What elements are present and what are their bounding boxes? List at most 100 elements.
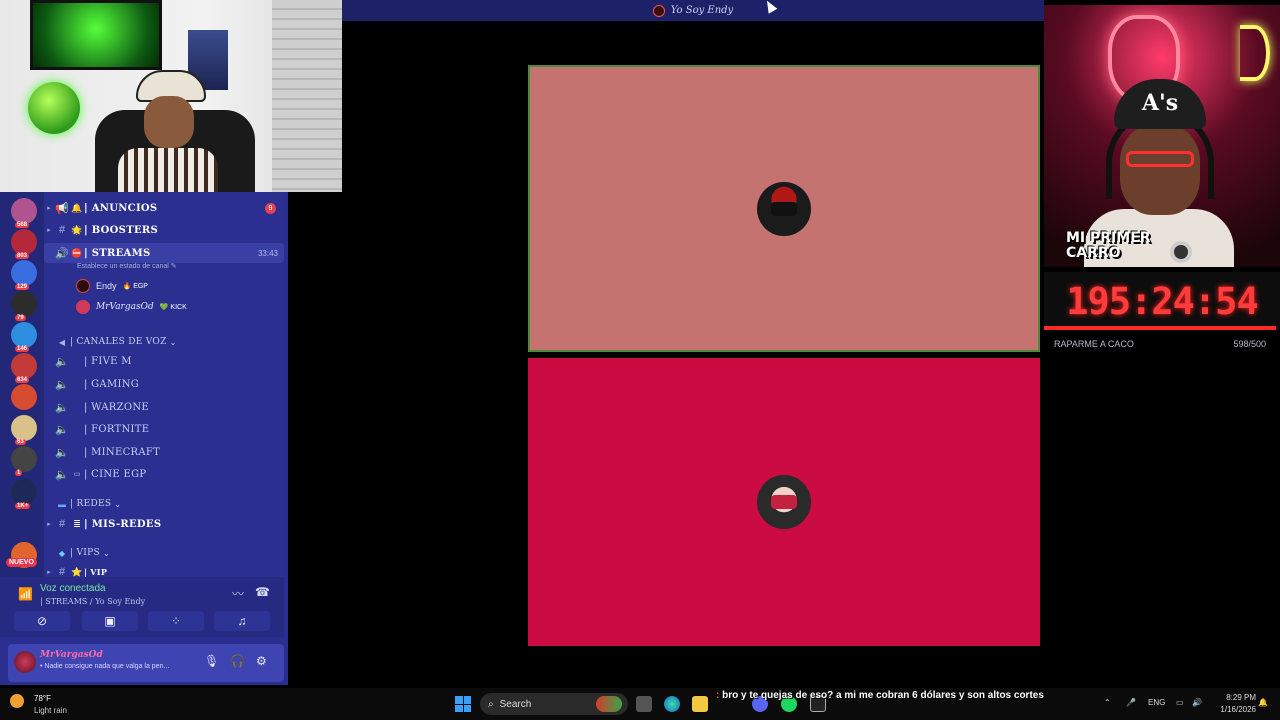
star-icon: ⭐	[71, 566, 83, 577]
chevron-right-icon: ▸	[47, 227, 51, 234]
camera-off-button[interactable]: ⊘	[14, 611, 70, 631]
window-blinds	[272, 0, 342, 192]
streamer-webcam-left	[0, 0, 342, 192]
channel-label: | WARZONE	[84, 401, 149, 413]
speaker-icon: ◀	[58, 337, 66, 347]
network-icon[interactable]: ▭	[1176, 698, 1184, 707]
banner-line-1: MI PRIMER	[1066, 230, 1151, 246]
edge-icon[interactable]	[664, 696, 680, 712]
avatar	[757, 475, 811, 529]
microphone-icon[interactable]: 🎤	[1126, 698, 1136, 707]
voice-channel-cine-egp[interactable]: 🔈 ▭ | CINE EGP	[44, 464, 284, 484]
server-icon[interactable]: 129	[11, 260, 37, 290]
channel-streams[interactable]: 🔊 ⛔ | STREAMS 33:43	[44, 243, 284, 263]
server-icon[interactable]: 1	[11, 446, 37, 476]
voice-user-endy[interactable]: Endy 🔥 EGP	[76, 277, 276, 295]
username[interactable]: MrVargasOd	[40, 650, 103, 660]
language-indicator[interactable]: ENG	[1148, 698, 1165, 707]
screen-share-icon: ▣	[104, 614, 116, 628]
channel-list: ▸ 📢 🔔 | ANUNCIOS 9 ▸ # 🌟 | BOOSTERS 🔊 ⛔ …	[44, 192, 284, 577]
voice-channel-warzone[interactable]: 🔈 | WARZONE	[44, 397, 284, 417]
server-icon[interactable]: 634	[11, 353, 37, 383]
server-icon[interactable]: 803	[11, 229, 37, 259]
channel-boosters[interactable]: ▸ # 🌟 | BOOSTERS	[44, 220, 284, 240]
server-icon[interactable]	[11, 384, 37, 410]
user-tag: 🔥 EGP	[122, 283, 148, 290]
signal-icon: 📶	[18, 587, 33, 601]
server-badge: 568	[15, 222, 30, 228]
speaker-icon: 🔈	[55, 468, 69, 481]
soundboard-button[interactable]: ♫	[214, 611, 270, 631]
task-view-icon[interactable]	[636, 696, 652, 712]
graduation-cap-icon	[771, 495, 797, 509]
user-panel: MrVargasOd • Nadie consigue nada que val…	[8, 644, 284, 682]
notifications-icon[interactable]: 🔔	[1258, 698, 1268, 707]
channel-label: | FIVE M	[84, 355, 132, 367]
channel-status-hint[interactable]: Establece un estado de canal ✎	[77, 262, 177, 270]
headphones-icon[interactable]: 🎧	[230, 654, 245, 668]
voice-location[interactable]: | STREAMS / Yo Soy Endy	[40, 597, 145, 606]
discord-sidebar: 568 803 129 79 146 634 63 1 1K+ NUEVO ▸ …	[0, 192, 288, 685]
voice-channel-gaming[interactable]: 🔈 | GAMING	[44, 374, 284, 394]
soundboard-icon: ♫	[237, 614, 247, 628]
search-icon: ⌕	[488, 698, 494, 710]
hash-icon: #	[58, 224, 66, 236]
server-icon[interactable]: 63	[11, 415, 37, 445]
channel-label: | VIP	[84, 567, 108, 577]
chevron-up-icon[interactable]: ⌃	[1104, 698, 1111, 707]
channel-label: | GAMING	[84, 378, 140, 390]
activities-icon: ⁘	[170, 614, 182, 628]
channel-anuncios[interactable]: ▸ 📢 🔔 | ANUNCIOS 9	[44, 198, 284, 218]
chevron-right-icon: ▸	[47, 205, 51, 212]
weather-condition: Light rain	[34, 706, 67, 715]
channel-vip[interactable]: ▸ # ⭐ | VIP	[44, 562, 284, 577]
chevron-right-icon: ▸	[47, 569, 51, 576]
server-icon[interactable]: 79	[11, 291, 37, 321]
file-explorer-icon[interactable]	[692, 696, 708, 712]
stream-duration: 33:43	[257, 248, 278, 258]
striped-shirt	[118, 148, 218, 192]
voice-channel-five-m[interactable]: 🔈 | FIVE M	[44, 351, 284, 371]
server-badge: 129	[15, 284, 30, 290]
pepper-app-icon[interactable]	[596, 696, 622, 712]
avatar[interactable]	[14, 651, 36, 673]
channel-label: | MINECRAFT	[84, 446, 161, 458]
server-icon[interactable]: 146	[11, 322, 37, 352]
speaker-icon: 🔈	[55, 446, 69, 459]
voice-user-mrvargasod[interactable]: MrVargasOd 💚 KICK	[76, 298, 276, 316]
gear-icon[interactable]: ⚙	[256, 654, 267, 668]
start-button[interactable]	[455, 696, 471, 712]
disconnect-icon[interactable]: ☎	[255, 585, 270, 599]
microphone-icon[interactable]: 🎙	[204, 654, 219, 668]
voice-user-name: MrVargasOd	[96, 302, 154, 312]
voice-tile-mrvargasod[interactable]	[528, 358, 1040, 646]
voice-channel-minecraft[interactable]: 🔈 | MINECRAFT	[44, 442, 284, 462]
server-badge: 146	[15, 346, 30, 352]
banner-line-2: CARRO	[1066, 245, 1121, 261]
server-list: 568 803 129 79 146 634 63 1 1K+ NUEVO	[0, 192, 44, 577]
noise-suppression-icon[interactable]: 〰	[232, 585, 244, 602]
screen: Yo Soy Endy A's MI PRIMER CARRO 195:24:5…	[0, 0, 1280, 720]
clock[interactable]: 8:29 PM 1/16/2026	[1212, 692, 1256, 716]
category-redes[interactable]: ▬ | REDES ⌄	[44, 494, 284, 514]
activities-button[interactable]: ⁘	[148, 611, 204, 631]
caption-prefix: :	[716, 690, 720, 701]
screen-share-button[interactable]: ▣	[82, 611, 138, 631]
server-badge: 1K+	[15, 503, 31, 509]
voice-channel-fortnite[interactable]: 🔈 | FORTNITE	[44, 419, 284, 439]
star-icon: 🌟	[71, 224, 83, 235]
voice-tile-endy[interactable]	[528, 65, 1040, 352]
server-icon[interactable]: 1K+	[11, 479, 37, 509]
camera-off-icon: ⊘	[36, 614, 48, 628]
user-tag: 💚 KICK	[159, 304, 187, 311]
user-status: • Nadie consigue nada que valga la pen..…	[40, 663, 170, 670]
category-vips[interactable]: ◆ | VIPS ⌄	[44, 543, 284, 563]
tablet-icon: ▬	[58, 499, 66, 509]
chevron-right-icon: ▸	[47, 521, 51, 528]
category-canales-de-voz[interactable]: ◀ | CANALES DE VOZ ⌄	[44, 332, 284, 352]
channel-mis-redes[interactable]: ▸ # ≣ | MIS-REDES	[44, 514, 284, 534]
server-icon[interactable]: 568	[11, 198, 37, 228]
timer-value: 195:24:54	[1066, 279, 1258, 323]
voice-user-name: Endy	[96, 281, 117, 291]
volume-icon[interactable]: 🔊	[1192, 698, 1202, 707]
